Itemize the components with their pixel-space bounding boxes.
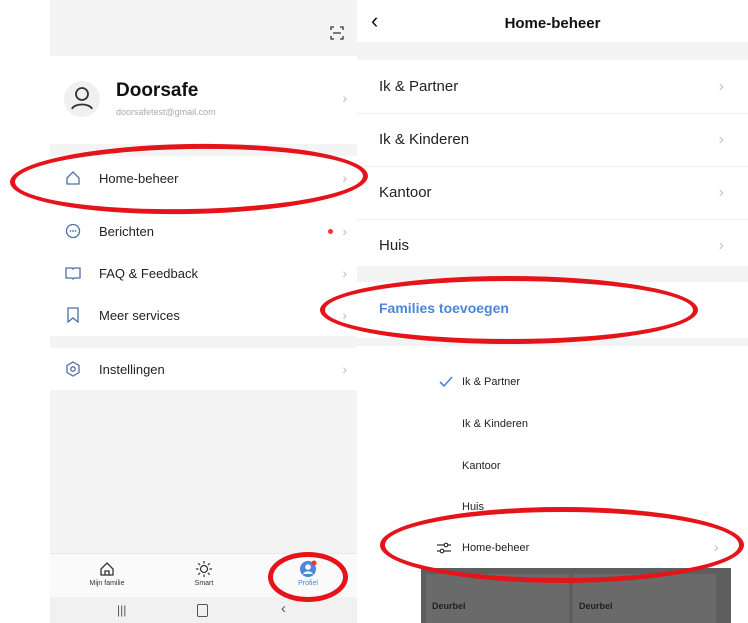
page-title: Home-beheer [504, 15, 601, 32]
device-card-label: Deurbel [432, 601, 466, 611]
home-item-label: Ik & Kinderen [379, 131, 470, 148]
menu-label: Home-beheer [99, 170, 179, 186]
avatar-icon [64, 81, 100, 117]
tab-mijn-familie[interactable]: Mijn familie [82, 560, 132, 587]
unread-badge [328, 228, 333, 234]
chevron-right-icon: › [718, 183, 724, 201]
tab-label: Profiel [298, 580, 318, 587]
profile-card[interactable]: Doorsafe doorsafetest@gmail.com › [50, 56, 357, 144]
profile-icon [300, 560, 317, 577]
message-icon [63, 221, 83, 241]
tab-label: Mijn familie [89, 580, 125, 587]
chevron-right-icon: › [342, 307, 347, 323]
bookmark-icon [63, 305, 83, 325]
home-item[interactable]: Huis › [357, 219, 748, 272]
tab-smart[interactable]: Smart [179, 560, 229, 587]
chevron-right-icon: › [342, 170, 347, 186]
menu-label: FAQ & Feedback [99, 265, 198, 281]
tab-label: Smart [194, 580, 214, 587]
chevron-right-icon: › [714, 539, 719, 555]
home-item[interactable]: Ik & Kinderen › [357, 113, 748, 167]
popup-home-item-selected[interactable]: Ik & Partner [462, 376, 520, 388]
section-divider [357, 266, 748, 282]
menu-item-berichten[interactable]: Berichten › [50, 211, 357, 251]
home-item-label: Ik & Partner [379, 78, 459, 95]
house-icon [100, 562, 114, 576]
popup-manage-label: Home-beheer [462, 542, 530, 554]
chevron-right-icon: › [718, 236, 724, 254]
home-item-label: Huis [379, 237, 410, 254]
home-item-label: Kantoor [379, 184, 432, 201]
popup-home-item[interactable]: Huis [462, 501, 484, 513]
chevron-right-icon: › [342, 223, 347, 239]
chevron-right-icon: › [342, 90, 347, 106]
section-divider [357, 338, 748, 346]
book-icon [63, 263, 83, 283]
tab-profiel[interactable]: Profiel [283, 560, 333, 587]
home-button-icon[interactable] [197, 604, 208, 617]
profile-name: Doorsafe [116, 80, 199, 101]
home-item[interactable]: Ik & Partner › [357, 60, 748, 114]
device-card: Deurbel [573, 574, 716, 623]
menu-item-instellingen[interactable]: Instellingen › [50, 349, 357, 389]
profile-email: doorsafetest@gmail.com [116, 107, 216, 117]
menu-item-meer-services[interactable]: Meer services › [50, 295, 357, 335]
settings-icon [63, 359, 83, 379]
menu-label: Meer services [99, 307, 180, 323]
recent-apps-icon[interactable]: ||| [117, 603, 126, 617]
chevron-right-icon: › [342, 265, 347, 281]
popup-home-item[interactable]: Ik & Kinderen [462, 418, 528, 430]
popup-home-item[interactable]: Kantoor [462, 460, 501, 472]
profile-screen: Doorsafe doorsafetest@gmail.com › Home-b… [0, 0, 357, 623]
sliders-icon [437, 541, 451, 559]
left-margin [0, 0, 50, 623]
popup-manage-row[interactable]: Home-beheer › [421, 530, 731, 566]
home-icon [63, 168, 83, 188]
menu-item-home-beheer[interactable]: Home-beheer › [50, 158, 357, 198]
header-divider [357, 42, 748, 60]
menu-label: Berichten [99, 223, 154, 239]
sun-icon [196, 561, 212, 577]
device-card-label: Deurbel [579, 601, 613, 611]
home-beheer-screen: ‹ Home-beheer Ik & Partner › Ik & Kindere… [357, 0, 748, 623]
checkmark-icon [439, 375, 453, 393]
scan-icon[interactable] [330, 26, 344, 40]
device-card: Deurbel [426, 574, 569, 623]
menu-item-faq[interactable]: FAQ & Feedback › [50, 253, 357, 293]
home-item[interactable]: Kantoor › [357, 166, 748, 220]
chevron-right-icon: › [718, 130, 724, 148]
back-button-icon[interactable]: ‹ [281, 600, 286, 617]
add-family-button[interactable]: Families toevoegen [379, 300, 509, 316]
chevron-right-icon: › [342, 361, 347, 377]
chevron-right-icon: › [718, 77, 724, 95]
menu-label: Instellingen [99, 361, 165, 377]
